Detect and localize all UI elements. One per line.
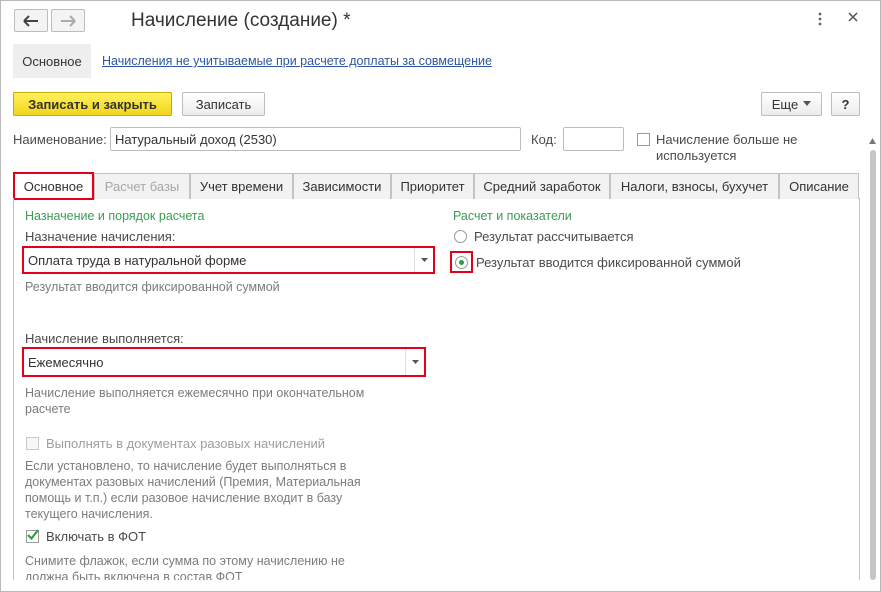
tab-priority[interactable]: Приоритет	[391, 173, 474, 199]
close-icon[interactable]	[847, 11, 859, 26]
arrow-left-icon	[23, 14, 38, 27]
code-field[interactable]	[563, 127, 624, 151]
scrollbar[interactable]	[869, 138, 876, 580]
more-menu-icon[interactable]	[818, 12, 824, 29]
oneoff-hint-1: Если установлено, то начисление будет вы…	[25, 459, 347, 473]
purpose-group-title: Назначение и порядок расчета	[25, 209, 205, 223]
back-button[interactable]	[14, 9, 48, 32]
window-title: Начисление (создание) *	[131, 10, 351, 31]
chevron-down-icon	[803, 101, 812, 106]
unused-checkbox-label-1: Начисление больше не	[656, 132, 798, 147]
forward-button[interactable]	[51, 9, 85, 32]
tab-dependencies[interactable]: Зависимости	[293, 173, 391, 199]
purpose-select-value: Оплата труда в натуральной форме	[28, 252, 247, 268]
tab-time[interactable]: Учет времени	[190, 173, 293, 199]
scrollbar-thumb[interactable]	[870, 150, 876, 580]
fot-hint-2: должна быть включена в состав ФОТ	[25, 570, 243, 580]
more-button-label: Еще	[771, 96, 799, 112]
tab-main[interactable]: Основное	[13, 172, 94, 200]
calc-group-title: Расчет и показатели	[453, 209, 572, 223]
nav-link-unaccounted[interactable]: Начисления не учитываемые при расчете до…	[102, 54, 492, 68]
tab-taxes[interactable]: Налоги, взносы, бухучет	[610, 173, 779, 199]
radio-calculated[interactable]	[454, 230, 467, 243]
oneoff-hint-3: помощь и т.п.) если разовое начисление в…	[25, 491, 343, 505]
arrow-right-icon	[61, 14, 76, 27]
fot-checkbox-label: Включать в ФОТ	[46, 529, 147, 544]
nav-main-label: Основное	[22, 53, 82, 69]
purpose-select[interactable]: Оплата труда в натуральной форме	[22, 246, 435, 274]
help-button[interactable]: ?	[831, 92, 860, 116]
panel-left-border	[13, 198, 14, 580]
purpose-hint: Результат вводится фиксированной суммой	[25, 280, 280, 294]
fot-hint-1: Снимите флажок, если сумма по этому начи…	[25, 554, 345, 568]
unused-checkbox-label-2: используется	[656, 148, 737, 163]
oneoff-checkbox-label: Выполнять в документах разовых начислени…	[46, 436, 326, 451]
schedule-hint-1: Начисление выполняется ежемесячно при ок…	[25, 386, 365, 400]
schedule-label: Начисление выполняется:	[25, 331, 184, 346]
radio-fixed[interactable]	[455, 255, 468, 269]
oneoff-checkbox[interactable]	[26, 437, 39, 450]
more-button[interactable]: Еще	[761, 92, 822, 116]
oneoff-hint-4: текущего начисления.	[25, 507, 153, 521]
schedule-select-value: Ежемесячно	[28, 354, 104, 370]
dropdown-arrow-icon[interactable]	[414, 248, 433, 272]
tab-base-calc[interactable]: Расчет базы	[94, 173, 190, 199]
tab-average-earnings[interactable]: Средний заработок	[474, 173, 610, 199]
tab-description[interactable]: Описание	[779, 173, 859, 199]
save-and-close-button[interactable]: Записать и закрыть	[13, 92, 172, 116]
radio-calculated-label: Результат рассчитывается	[474, 229, 634, 244]
checkmark-icon	[27, 529, 39, 541]
unused-checkbox[interactable]	[637, 133, 650, 146]
code-label: Код:	[531, 132, 557, 147]
dropdown-arrow-icon[interactable]	[405, 349, 424, 375]
radio-fixed-label: Результат вводится фиксированной суммой	[476, 255, 741, 270]
radio-dot-icon	[459, 259, 464, 265]
name-label: Наименование:	[13, 132, 107, 147]
purpose-label: Назначение начисления:	[25, 229, 176, 244]
fot-checkbox[interactable]	[26, 529, 39, 543]
name-field[interactable]: Натуральный доход (2530)	[110, 127, 521, 151]
oneoff-hint-2: документах разовых начислений (Премия, М…	[25, 475, 361, 489]
schedule-hint-2: расчете	[25, 402, 71, 416]
panel-right-border	[859, 198, 860, 580]
schedule-select[interactable]: Ежемесячно	[22, 347, 426, 377]
scroll-up-icon[interactable]	[869, 138, 876, 144]
radio-fixed-highlight	[450, 251, 473, 273]
nav-main[interactable]: Основное	[13, 44, 91, 78]
save-button[interactable]: Записать	[182, 92, 265, 116]
